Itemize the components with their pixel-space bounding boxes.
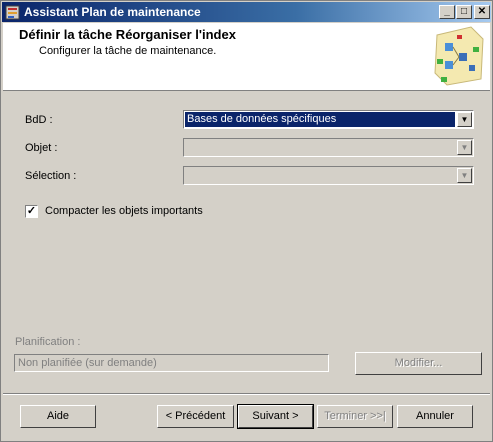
database-label: BdD :: [25, 114, 53, 126]
previous-button[interactable]: < Précédent: [157, 405, 234, 428]
selection-select[interactable]: ▼: [183, 166, 474, 185]
help-button[interactable]: Aide: [20, 405, 96, 428]
compact-objects-checkbox[interactable]: ✓: [25, 205, 38, 218]
object-select[interactable]: ▼: [183, 138, 474, 157]
wizard-window: Assistant Plan de maintenance _ □ ✕ Défi…: [0, 0, 493, 442]
title-bar[interactable]: Assistant Plan de maintenance _ □ ✕: [2, 2, 491, 22]
finish-button[interactable]: Terminer >>|: [317, 405, 393, 428]
object-select-value: [185, 140, 455, 155]
wizard-app-icon: [5, 4, 21, 20]
compact-objects-label[interactable]: Compacter les objets importants: [45, 205, 203, 217]
selection-select-value: [185, 168, 455, 183]
window-title: Assistant Plan de maintenance: [24, 5, 201, 19]
maximize-button[interactable]: □: [456, 5, 472, 19]
page-title: Définir la tâche Réorganiser l'index: [19, 27, 236, 42]
minimize-button[interactable]: _: [439, 5, 455, 19]
chevron-down-icon[interactable]: ▼: [457, 112, 472, 127]
page-subtitle: Configurer la tâche de maintenance.: [39, 45, 217, 57]
chevron-down-icon[interactable]: ▼: [457, 140, 472, 155]
maintenance-plan-icon: [431, 25, 487, 87]
schedule-label: Planification :: [15, 336, 81, 348]
modify-schedule-button[interactable]: Modifier...: [355, 352, 482, 375]
chevron-down-icon[interactable]: ▼: [457, 168, 472, 183]
selection-label: Sélection :: [25, 170, 77, 182]
object-label: Objet :: [25, 142, 58, 154]
wizard-header: Définir la tâche Réorganiser l'index Con…: [3, 23, 490, 91]
footer-divider: [3, 393, 490, 395]
schedule-field[interactable]: Non planifiée (sur demande): [14, 354, 329, 372]
close-button[interactable]: ✕: [474, 5, 490, 19]
database-select-value: Bases de données spécifiques: [185, 112, 455, 127]
next-button[interactable]: Suivant >: [237, 404, 314, 429]
database-select[interactable]: Bases de données spécifiques ▼: [183, 110, 474, 129]
cancel-button[interactable]: Annuler: [397, 405, 473, 428]
